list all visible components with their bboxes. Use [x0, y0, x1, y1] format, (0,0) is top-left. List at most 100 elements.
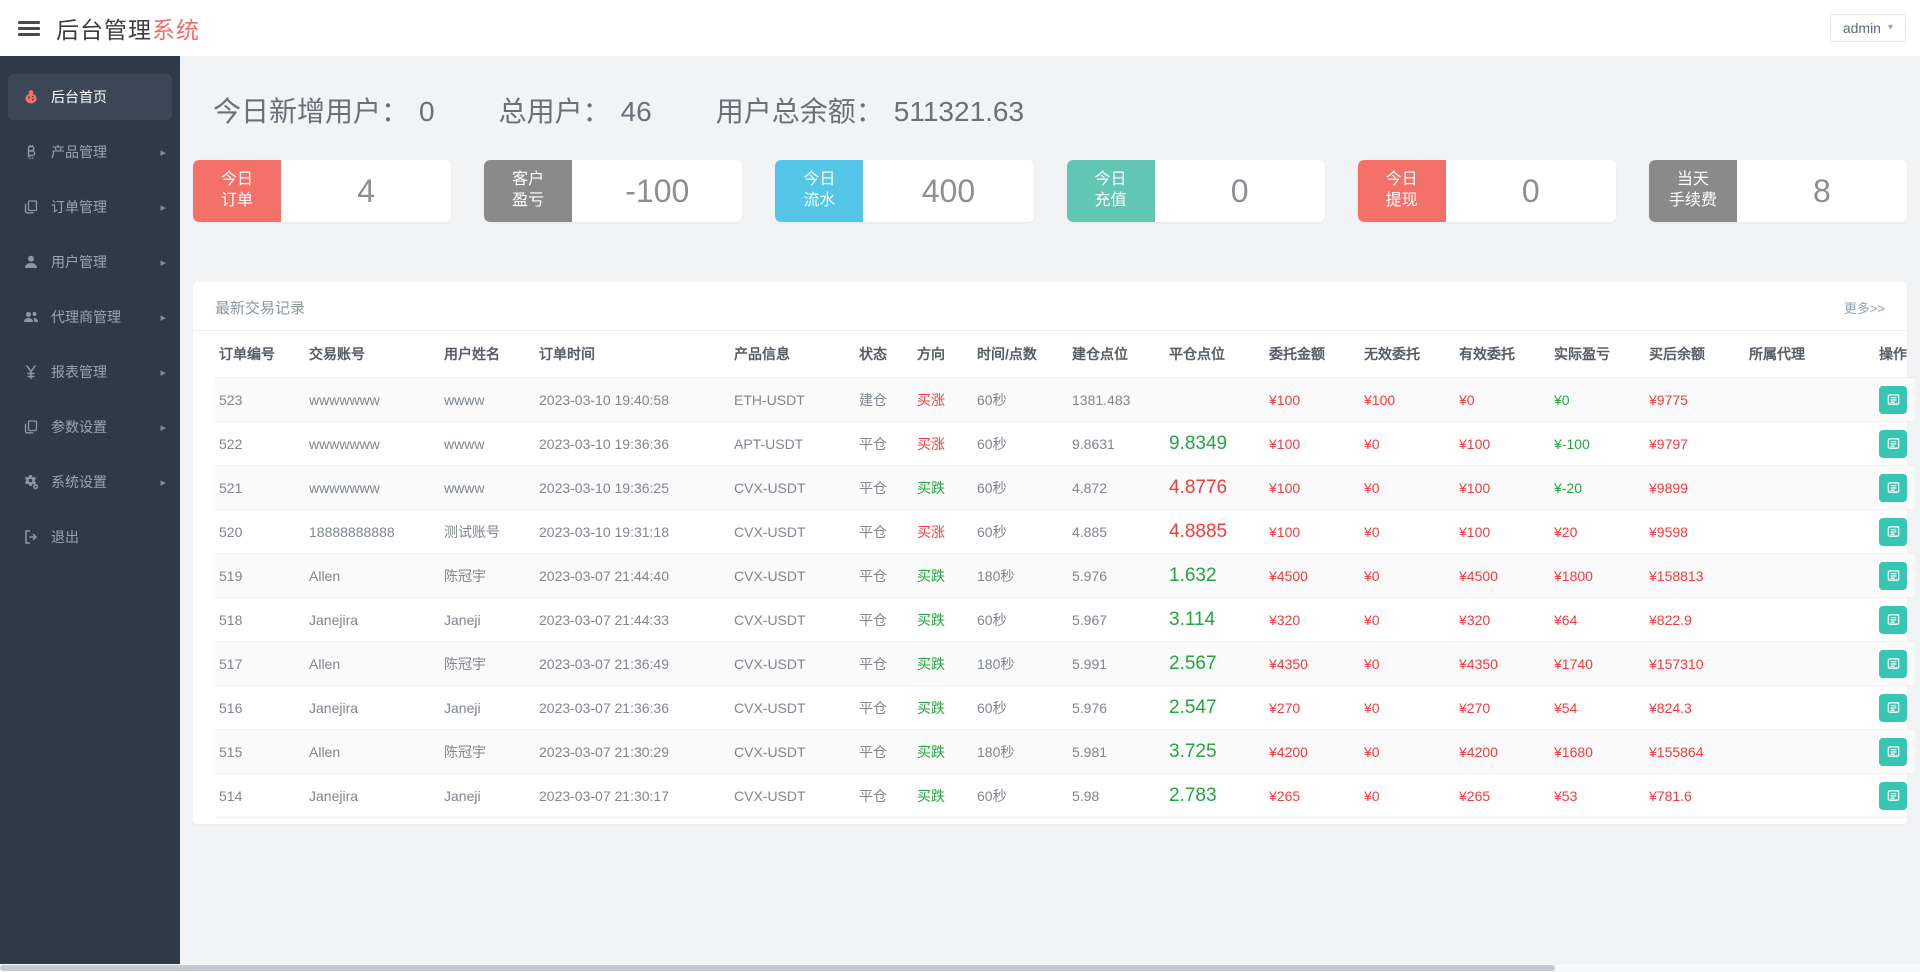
sidebar-item-orders[interactable]: 订单管理▸ [0, 184, 180, 230]
table-row: 514JanejiraJaneji2023-03-07 21:30:17CVX-… [215, 774, 1915, 818]
sidebar-item-reports[interactable]: 报表管理▸ [0, 349, 180, 395]
cell-valid: ¥4500 [1455, 554, 1550, 598]
cell-product: CVX-USDT [730, 598, 855, 642]
sidebar-item-label: 产品管理 [51, 142, 107, 162]
order-detail-button[interactable] [1879, 738, 1907, 766]
order-detail-button[interactable] [1879, 562, 1907, 590]
order-detail-button[interactable] [1879, 430, 1907, 458]
table-row: 52018888888888测试账号2023-03-10 19:31:18CVX… [215, 510, 1915, 554]
order-detail-button[interactable] [1879, 474, 1907, 502]
cell-open: 5.991 [1068, 642, 1165, 686]
cell-open: 9.8631 [1068, 422, 1165, 466]
cell-action [1840, 510, 1915, 554]
cell-name: 陈冠宇 [440, 642, 535, 686]
settings-icon [22, 473, 40, 491]
app-title: 后台管理系统 [56, 11, 200, 45]
cell-account: wwwwwww [305, 378, 440, 422]
chevron-right-icon: ▸ [160, 476, 166, 489]
cell-account: wwwwwww [305, 466, 440, 510]
cell-time: 2023-03-10 19:36:36 [535, 422, 730, 466]
cell-action [1840, 642, 1915, 686]
cell-id: 517 [215, 642, 305, 686]
cell-time: 2023-03-10 19:36:25 [535, 466, 730, 510]
cell-amount: ¥4500 [1265, 554, 1360, 598]
cell-valid: ¥100 [1455, 466, 1550, 510]
sidebar-item-params[interactable]: 参数设置▸ [0, 404, 180, 450]
order-detail-button[interactable] [1879, 518, 1907, 546]
order-detail-button[interactable] [1879, 386, 1907, 414]
cell-profit: ¥53 [1550, 774, 1645, 818]
hamburger-menu-icon[interactable] [18, 18, 40, 39]
stat-card-0: 今日订单4 [193, 160, 451, 222]
order-detail-button[interactable] [1879, 782, 1907, 810]
cell-invalid: ¥0 [1360, 554, 1455, 598]
scrollbar-thumb[interactable] [0, 965, 1555, 971]
horizontal-scrollbar[interactable] [0, 964, 1920, 972]
col-header-15: 所属代理 [1745, 331, 1840, 378]
cell-time: 2023-03-07 21:44:33 [535, 598, 730, 642]
cell-status: 平仓 [855, 422, 913, 466]
main-content: 今日新增用户：0总用户：46用户总余额：511321.63 今日订单4客户盈亏-… [180, 56, 1920, 824]
col-header-8: 建仓点位 [1068, 331, 1165, 378]
cell-id: 514 [215, 774, 305, 818]
cell-agent [1745, 378, 1840, 422]
stat-card-label-line1: 今日 [221, 170, 253, 191]
logout-icon [22, 528, 40, 546]
cell-action [1840, 686, 1915, 730]
sidebar-item-logout[interactable]: 退出 [0, 514, 180, 560]
sidebar-item-products[interactable]: 产品管理▸ [0, 129, 180, 175]
cell-product: CVX-USDT [730, 642, 855, 686]
stat-card-3: 今日充值0 [1067, 160, 1325, 222]
cell-duration: 60秒 [973, 598, 1068, 642]
more-link[interactable]: 更多>> [1844, 298, 1885, 317]
cell-amount: ¥4200 [1265, 730, 1360, 774]
cell-balance: ¥9797 [1645, 422, 1745, 466]
cell-profit: ¥1680 [1550, 730, 1645, 774]
cell-profit: ¥-100 [1550, 422, 1645, 466]
cell-amount: ¥320 [1265, 598, 1360, 642]
cell-duration: 60秒 [973, 422, 1068, 466]
cell-balance: ¥822.9 [1645, 598, 1745, 642]
cell-agent [1745, 642, 1840, 686]
order-detail-button[interactable] [1879, 606, 1907, 634]
cell-close: 1.632 [1165, 554, 1265, 598]
app-title-accent: 系统 [152, 17, 200, 43]
stat-item-1: 总用户：46 [499, 90, 652, 130]
app-title-main: 后台管理 [56, 17, 152, 43]
stat-card-value: -100 [572, 160, 742, 222]
cell-status: 平仓 [855, 774, 913, 818]
cell-valid: ¥4200 [1455, 730, 1550, 774]
cell-balance: ¥155864 [1645, 730, 1745, 774]
cell-balance: ¥781.6 [1645, 774, 1745, 818]
order-detail-button[interactable] [1879, 650, 1907, 678]
stat-card-value: 0 [1155, 160, 1325, 222]
panel-title: 最新交易记录 [215, 297, 305, 318]
stats-row: 今日新增用户：0总用户：46用户总余额：511321.63 [213, 90, 1907, 130]
cell-amount: ¥100 [1265, 510, 1360, 554]
cell-balance: ¥9899 [1645, 466, 1745, 510]
sidebar-item-agents[interactable]: 代理商管理▸ [0, 294, 180, 340]
sidebar-item-label: 退出 [51, 527, 79, 547]
col-header-12: 有效委托 [1455, 331, 1550, 378]
stat-card-label-line1: 今日 [803, 170, 835, 191]
stat-card-label-line2: 提现 [1386, 191, 1418, 212]
sidebar-item-users[interactable]: 用户管理▸ [0, 239, 180, 285]
sidebar-item-home[interactable]: 后台首页 [8, 74, 172, 120]
cell-valid: ¥4350 [1455, 642, 1550, 686]
stat-card-5: 当天手续费8 [1649, 160, 1907, 222]
chevron-right-icon: ▸ [160, 421, 166, 434]
cell-name: wwww [440, 466, 535, 510]
cell-invalid: ¥0 [1360, 422, 1455, 466]
user-dropdown[interactable]: admin ▾ [1830, 14, 1906, 42]
chevron-right-icon: ▸ [160, 366, 166, 379]
cell-close: 3.725 [1165, 730, 1265, 774]
order-detail-button[interactable] [1879, 694, 1907, 722]
cell-amount: ¥100 [1265, 466, 1360, 510]
cell-time: 2023-03-07 21:44:40 [535, 554, 730, 598]
cell-time: 2023-03-07 21:36:36 [535, 686, 730, 730]
cell-agent [1745, 598, 1840, 642]
sidebar-item-system[interactable]: 系统设置▸ [0, 459, 180, 505]
cell-action [1840, 774, 1915, 818]
stat-card-value: 400 [863, 160, 1033, 222]
cell-close: 4.8776 [1165, 466, 1265, 510]
